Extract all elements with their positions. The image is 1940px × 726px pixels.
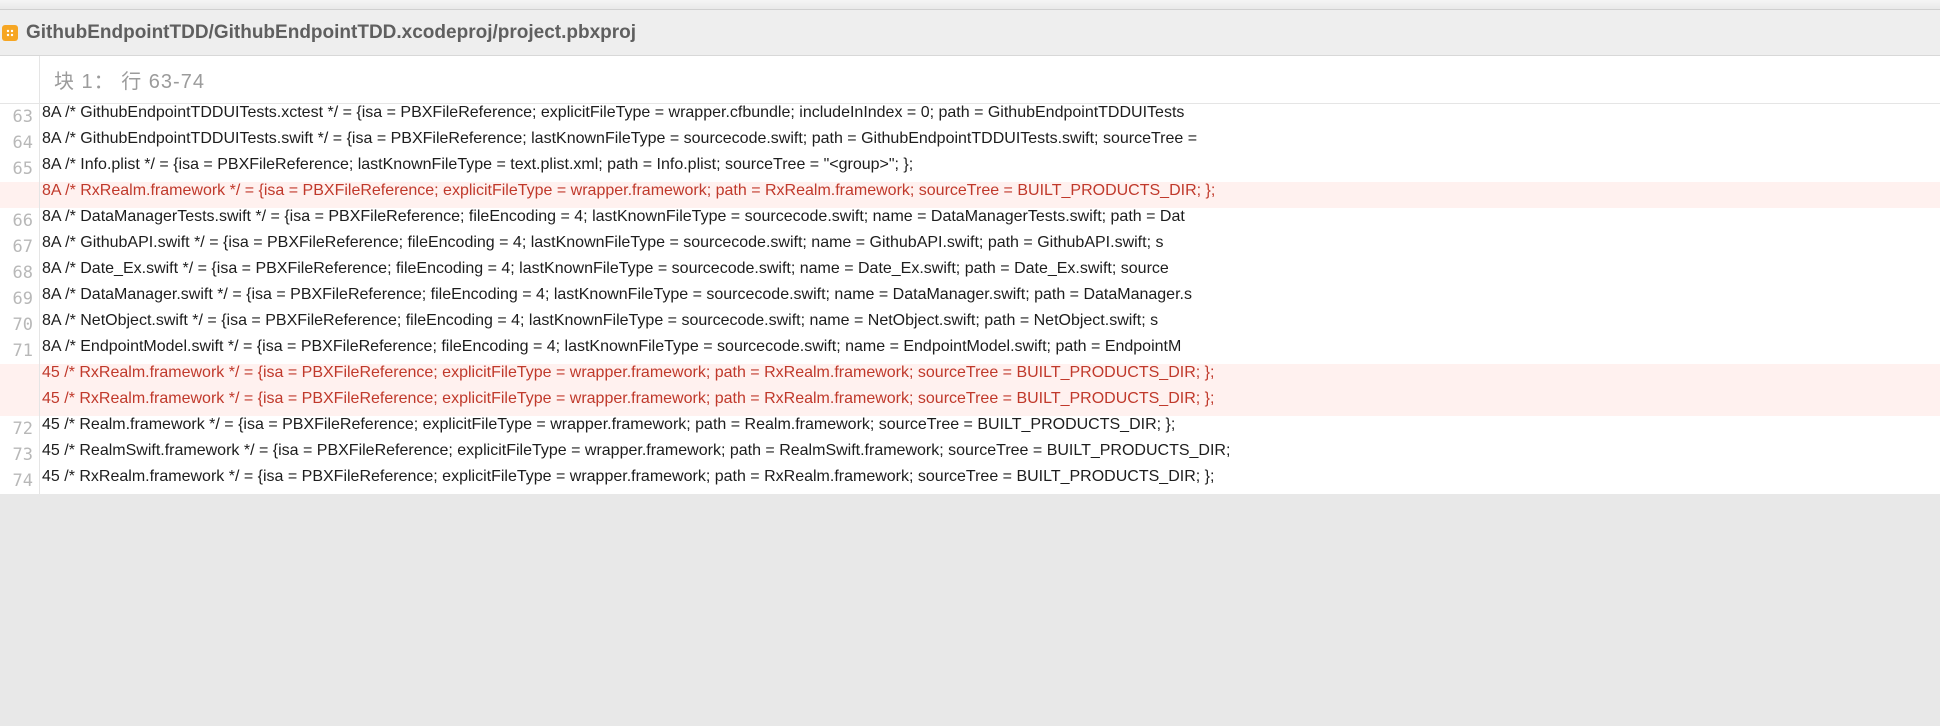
empty-area [0, 494, 1940, 726]
line-number [0, 390, 40, 416]
line-number: 66 [0, 208, 40, 234]
diff-line[interactable]: 688A /* Date_Ex.swift */ = {isa = PBXFil… [0, 260, 1940, 286]
gutter-spacer [0, 56, 40, 103]
line-number: 69 [0, 286, 40, 312]
diff-line[interactable]: 698A /* DataManager.swift */ = {isa = PB… [0, 286, 1940, 312]
code-text: 8A /* GithubEndpointTDDUITests.swift */ … [40, 130, 1202, 156]
line-number: 64 [0, 130, 40, 156]
code-text: 45 /* RealmSwift.framework */ = {isa = P… [40, 442, 1230, 468]
diff-line[interactable]: 7445 /* RxRealm.framework */ = {isa = PB… [0, 468, 1940, 494]
diff-line[interactable]: 7245 /* Realm.framework */ = {isa = PBXF… [0, 416, 1940, 442]
file-type-icon [2, 25, 18, 41]
line-number [0, 364, 40, 390]
line-number: 63 [0, 104, 40, 130]
diff-line[interactable]: 708A /* NetObject.swift */ = {isa = PBXF… [0, 312, 1940, 338]
diff-line-removed[interactable]: 45 /* RxRealm.framework */ = {isa = PBXF… [0, 364, 1940, 390]
line-number: 68 [0, 260, 40, 286]
line-number: 73 [0, 442, 40, 468]
code-text: 45 /* Realm.framework */ = {isa = PBXFil… [40, 416, 1175, 442]
line-number [0, 182, 40, 208]
diff-line[interactable]: 668A /* DataManagerTests.swift */ = {isa… [0, 208, 1940, 234]
line-number: 70 [0, 312, 40, 338]
diff-line[interactable]: 718A /* EndpointModel.swift */ = {isa = … [0, 338, 1940, 364]
code-text: 45 /* RxRealm.framework */ = {isa = PBXF… [40, 390, 1214, 416]
code-text: 8A /* Info.plist */ = {isa = PBXFileRefe… [40, 156, 913, 182]
code-text: 8A /* EndpointModel.swift */ = {isa = PB… [40, 338, 1181, 364]
diff-line[interactable]: 658A /* Info.plist */ = {isa = PBXFileRe… [0, 156, 1940, 182]
code-text: 8A /* NetObject.swift */ = {isa = PBXFil… [40, 312, 1158, 338]
diff-line[interactable]: 638A /* GithubEndpointTDDUITests.xctest … [0, 104, 1940, 130]
diff-code-area[interactable]: 638A /* GithubEndpointTDDUITests.xctest … [0, 104, 1940, 494]
code-text: 8A /* GithubEndpointTDDUITests.xctest */… [40, 104, 1184, 130]
line-number: 67 [0, 234, 40, 260]
window-titlebar [0, 0, 1940, 10]
file-tab-bar: GithubEndpointTDD/GithubEndpointTDD.xcod… [0, 10, 1940, 56]
hunk-header: 块 1： 行 63-74 [0, 56, 1940, 104]
line-number: 72 [0, 416, 40, 442]
line-number: 71 [0, 338, 40, 364]
code-text: 8A /* RxRealm.framework */ = {isa = PBXF… [40, 182, 1215, 208]
line-number: 65 [0, 156, 40, 182]
diff-line[interactable]: 7345 /* RealmSwift.framework */ = {isa =… [0, 442, 1940, 468]
code-text: 8A /* DataManager.swift */ = {isa = PBXF… [40, 286, 1192, 312]
code-text: 45 /* RxRealm.framework */ = {isa = PBXF… [40, 468, 1214, 494]
code-text: 8A /* Date_Ex.swift */ = {isa = PBXFileR… [40, 260, 1169, 286]
diff-line[interactable]: 648A /* GithubEndpointTDDUITests.swift *… [0, 130, 1940, 156]
diff-line[interactable]: 678A /* GithubAPI.swift */ = {isa = PBXF… [0, 234, 1940, 260]
code-text: 8A /* GithubAPI.swift */ = {isa = PBXFil… [40, 234, 1163, 260]
line-number: 74 [0, 468, 40, 494]
hunk-label: 块 1： 行 63-74 [40, 65, 205, 94]
code-text: 8A /* DataManagerTests.swift */ = {isa =… [40, 208, 1185, 234]
diff-line-removed[interactable]: 8A /* RxRealm.framework */ = {isa = PBXF… [0, 182, 1940, 208]
file-tab-title[interactable]: GithubEndpointTDD/GithubEndpointTDD.xcod… [26, 22, 636, 44]
code-text: 45 /* RxRealm.framework */ = {isa = PBXF… [40, 364, 1214, 390]
diff-line-removed[interactable]: 45 /* RxRealm.framework */ = {isa = PBXF… [0, 390, 1940, 416]
